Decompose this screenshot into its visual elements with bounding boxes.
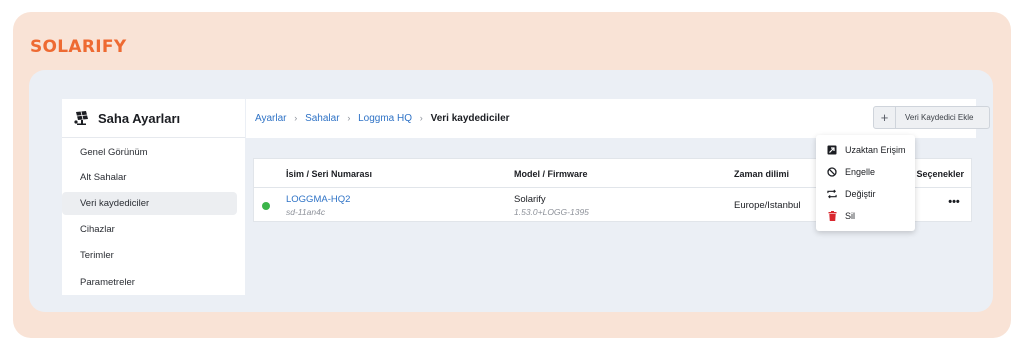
sidebar-item-terimler[interactable]: Terimler — [62, 244, 237, 267]
block-icon — [827, 167, 837, 177]
breadcrumb-separator: › — [347, 113, 351, 123]
menu-item-delete[interactable]: Sil — [816, 205, 915, 227]
trash-icon — [827, 211, 837, 221]
sidebar-item-cihazlar[interactable]: Cihazlar — [62, 218, 237, 241]
sidebar-item-alt-sahalar[interactable]: Alt Sahalar — [62, 166, 237, 189]
breadcrumb-separator: › — [419, 113, 423, 123]
more-options-icon[interactable]: ••• — [945, 197, 963, 212]
column-header-name: İsim / Seri Numarası — [286, 169, 373, 179]
main-header: Ayarlar › Sahalar › Loggma HQ › Veri kay… — [246, 99, 990, 138]
add-datalogger-label: Veri Kaydedici Ekle — [905, 113, 974, 122]
datalogger-name-link[interactable]: LOGGMA-HQ2 — [286, 194, 350, 205]
swap-icon — [827, 189, 837, 199]
datalogger-serial: sd-11an4c — [286, 207, 326, 217]
breadcrumb-ayarlar[interactable]: Ayarlar — [255, 113, 287, 124]
menu-item-block[interactable]: Engelle — [816, 161, 915, 183]
cell-model: Solarify 1.53.0+LOGG-1395 — [514, 194, 589, 217]
datalogger-model: Solarify — [514, 194, 546, 205]
sidebar-header: Saha Ayarları — [62, 99, 245, 138]
menu-item-label: Değiştir — [845, 189, 876, 199]
sidebar-item-veri-kaydediciler[interactable]: Veri kaydediciler — [62, 192, 237, 215]
status-online-icon — [262, 202, 270, 210]
menu-item-swap[interactable]: Değiştir — [816, 183, 915, 205]
remote-access-icon — [827, 145, 837, 155]
brand-logo: SOLARIFY — [30, 37, 127, 57]
breadcrumb-separator: › — [294, 113, 298, 123]
menu-item-label: Engelle — [845, 167, 876, 177]
cell-name: LOGGMA-HQ2 sd-11an4c — [286, 194, 350, 217]
breadcrumb-current: Veri kaydediciler — [430, 113, 510, 124]
plus-icon: + — [874, 107, 896, 128]
solar-panel-icon — [73, 110, 89, 126]
context-menu: Uzaktan Erişim Engelle Değiştir Sil — [816, 135, 915, 231]
sidebar: Saha Ayarları Genel Görünüm Alt Sahalar … — [62, 99, 245, 295]
sidebar-title: Saha Ayarları — [98, 110, 181, 126]
menu-item-label: Uzaktan Erişim — [845, 145, 906, 155]
column-header-model: Model / Firmware — [514, 169, 588, 179]
sidebar-item-genel-gorunum[interactable]: Genel Görünüm — [62, 141, 237, 164]
datalogger-firmware: 1.53.0+LOGG-1395 — [514, 207, 589, 217]
datalogger-timezone: Europe/Istanbul — [734, 200, 801, 211]
sidebar-item-parametreler[interactable]: Parametreler — [62, 271, 237, 294]
breadcrumb-sahalar[interactable]: Sahalar — [305, 113, 339, 124]
add-datalogger-button[interactable]: + Veri Kaydedici Ekle — [873, 106, 990, 129]
menu-item-remote-access[interactable]: Uzaktan Erişim — [816, 139, 915, 161]
breadcrumb-loggma-hq[interactable]: Loggma HQ — [358, 113, 412, 124]
menu-item-label: Sil — [845, 211, 856, 221]
outer-frame: SOLARIFY Saha Ayarları Genel Görünüm Alt… — [13, 12, 1011, 338]
breadcrumb: Ayarlar › Sahalar › Loggma HQ › Veri kay… — [255, 113, 510, 124]
column-header-timezone: Zaman dilimi — [734, 169, 790, 179]
column-header-options: Seçenekler — [916, 169, 964, 179]
